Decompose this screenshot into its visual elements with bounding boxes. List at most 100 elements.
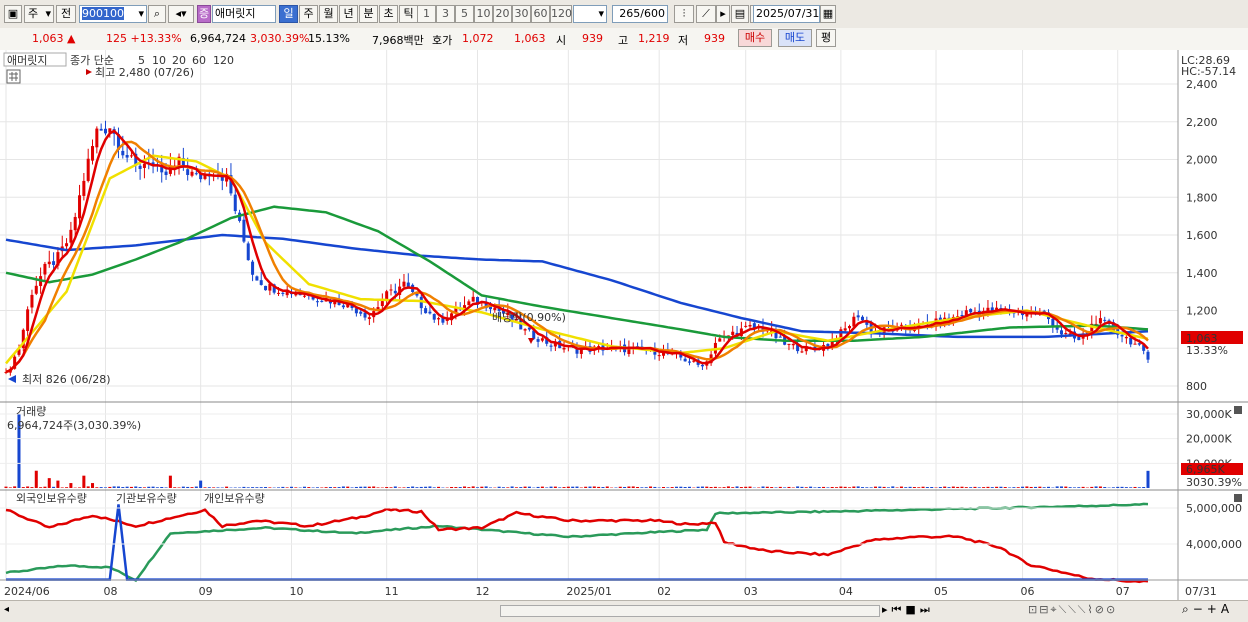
period-select[interactable]: 주▾ bbox=[24, 5, 54, 23]
volume-bar bbox=[489, 487, 492, 488]
stock-code-input[interactable]: 900100▾ bbox=[79, 5, 147, 23]
x-tick-label: 04 bbox=[839, 585, 853, 598]
volume-bar bbox=[182, 487, 185, 488]
chart-area[interactable]: 2,4002,2002,0001,8001,6001,4001,200800 3… bbox=[0, 50, 1248, 602]
small-chevron-icon[interactable]: ▸ bbox=[716, 5, 730, 23]
volume-bar bbox=[584, 487, 587, 488]
volume-bar bbox=[65, 487, 68, 488]
candle-body bbox=[718, 338, 721, 341]
count-field[interactable]: 265/600 bbox=[612, 5, 668, 23]
volume-bar bbox=[1025, 486, 1028, 488]
candle-body bbox=[389, 289, 392, 290]
volume-bar bbox=[359, 487, 362, 488]
candle-body bbox=[35, 286, 38, 294]
dropdown-arrow-icon: ▾ bbox=[138, 6, 144, 22]
x-tick-label: 07 bbox=[1116, 585, 1130, 598]
volume-bar bbox=[787, 487, 790, 488]
stock-name-field[interactable]: 애머릿지 bbox=[212, 5, 276, 23]
candle-body bbox=[852, 317, 855, 327]
custom-interval-select[interactable]: ▾ bbox=[573, 5, 607, 23]
volume-bar bbox=[623, 487, 626, 488]
number-button-30[interactable]: 30 bbox=[512, 5, 531, 23]
stock-chart[interactable]: 2,4002,2002,0001,8001,6001,4001,200800 3… bbox=[0, 50, 1248, 602]
volume-bar bbox=[550, 487, 553, 488]
candle-body bbox=[52, 261, 55, 265]
candle-body bbox=[303, 296, 306, 297]
scroll-nav-icons[interactable]: ▸⏮■⏭ bbox=[882, 603, 934, 617]
volume-bar bbox=[965, 487, 968, 488]
holding-tick-label: 5,000,000 bbox=[1186, 502, 1242, 515]
buy-button[interactable]: 매수 bbox=[738, 29, 772, 47]
candle-body bbox=[493, 308, 496, 310]
volume-bar bbox=[1021, 487, 1024, 488]
x-tick-label: 06 bbox=[1021, 585, 1035, 598]
volume-bar bbox=[364, 487, 367, 488]
prev-button[interactable]: 전 bbox=[56, 5, 76, 23]
window-icon[interactable]: ▣ bbox=[4, 5, 22, 23]
volume-panel-close-icon[interactable] bbox=[1234, 406, 1242, 414]
interval-second-button[interactable]: 초 bbox=[379, 5, 398, 23]
save-icon[interactable]: ▤ bbox=[731, 5, 749, 23]
volume-bar bbox=[813, 487, 816, 488]
candle-body bbox=[779, 337, 782, 338]
interval-day-button[interactable]: 일 bbox=[279, 5, 298, 23]
interval-month-button[interactable]: 월 bbox=[319, 5, 338, 23]
interval-tick-button[interactable]: 틱 bbox=[399, 5, 418, 23]
number-button-60[interactable]: 60 bbox=[531, 5, 550, 23]
volume-bar bbox=[684, 487, 687, 488]
number-button-10[interactable]: 10 bbox=[474, 5, 493, 23]
volume-bar bbox=[554, 487, 557, 488]
candle-type-icon[interactable]: ⫶ bbox=[674, 5, 694, 23]
moving-average-lines bbox=[6, 131, 1148, 372]
current-change-text: 13.33% bbox=[1186, 344, 1228, 357]
candle-body bbox=[1060, 330, 1063, 334]
volume-bar bbox=[1008, 487, 1011, 488]
interval-week-button[interactable]: 주 bbox=[299, 5, 318, 23]
number-button-5[interactable]: 5 bbox=[455, 5, 474, 23]
price-tick-label: 1,600 bbox=[1186, 229, 1218, 242]
interval-minute-button[interactable]: 분 bbox=[359, 5, 378, 23]
zoom-icons[interactable]: ⌕−+A bbox=[1182, 602, 1233, 617]
volume-bar bbox=[999, 487, 1002, 488]
volume-bar bbox=[407, 487, 410, 488]
candle-body bbox=[1146, 352, 1149, 360]
candle-body bbox=[537, 339, 540, 342]
volume-bar bbox=[91, 483, 94, 488]
volume-bar bbox=[502, 487, 505, 488]
sell-button[interactable]: 매도 bbox=[778, 29, 812, 47]
date-input[interactable]: 2025/07/31 bbox=[753, 5, 820, 23]
volume-bar bbox=[917, 487, 920, 488]
holding-panel-close-icon[interactable] bbox=[1234, 494, 1242, 502]
volume-bar bbox=[260, 487, 263, 488]
scroll-left-icon[interactable]: ◂ bbox=[4, 604, 9, 615]
candle-body bbox=[95, 129, 98, 148]
volume-bar bbox=[186, 487, 189, 488]
holding-tick-label: 4,000,000 bbox=[1186, 538, 1242, 551]
candle-body bbox=[264, 286, 267, 290]
volume-bar bbox=[342, 486, 345, 488]
number-button-20[interactable]: 20 bbox=[493, 5, 512, 23]
interval-year-button[interactable]: 년 bbox=[339, 5, 358, 23]
volume-bar bbox=[152, 487, 155, 488]
candle-body bbox=[472, 297, 475, 302]
number-button-3[interactable]: 3 bbox=[436, 5, 455, 23]
volume-bar bbox=[636, 487, 639, 488]
chart-line-icon[interactable]: ⟋ bbox=[696, 5, 716, 23]
drawing-tools-icons[interactable]: ⊡⊟⌖⟍⟍⟍⌇⊘⊙ bbox=[1028, 603, 1117, 617]
calendar-icon[interactable]: ▦ bbox=[820, 5, 836, 23]
volume-bar bbox=[1043, 487, 1046, 488]
candle-body bbox=[1064, 333, 1067, 334]
volume-bar bbox=[316, 487, 319, 488]
speaker-icon[interactable]: ◂▾ bbox=[168, 5, 194, 23]
grid-toggle-icon[interactable] bbox=[7, 70, 20, 83]
number-button-1[interactable]: 1 bbox=[417, 5, 436, 23]
evaluate-button[interactable]: 평 bbox=[816, 29, 836, 47]
search-icon[interactable]: ⌕ bbox=[148, 5, 166, 23]
number-button-120[interactable]: 120 bbox=[550, 5, 572, 23]
volume-bar bbox=[948, 487, 951, 488]
volume-bar bbox=[130, 487, 133, 488]
candle-body bbox=[848, 326, 851, 328]
candle-body bbox=[701, 365, 704, 366]
scrollbar-thumb[interactable] bbox=[500, 605, 880, 617]
volume-bar bbox=[351, 487, 354, 488]
